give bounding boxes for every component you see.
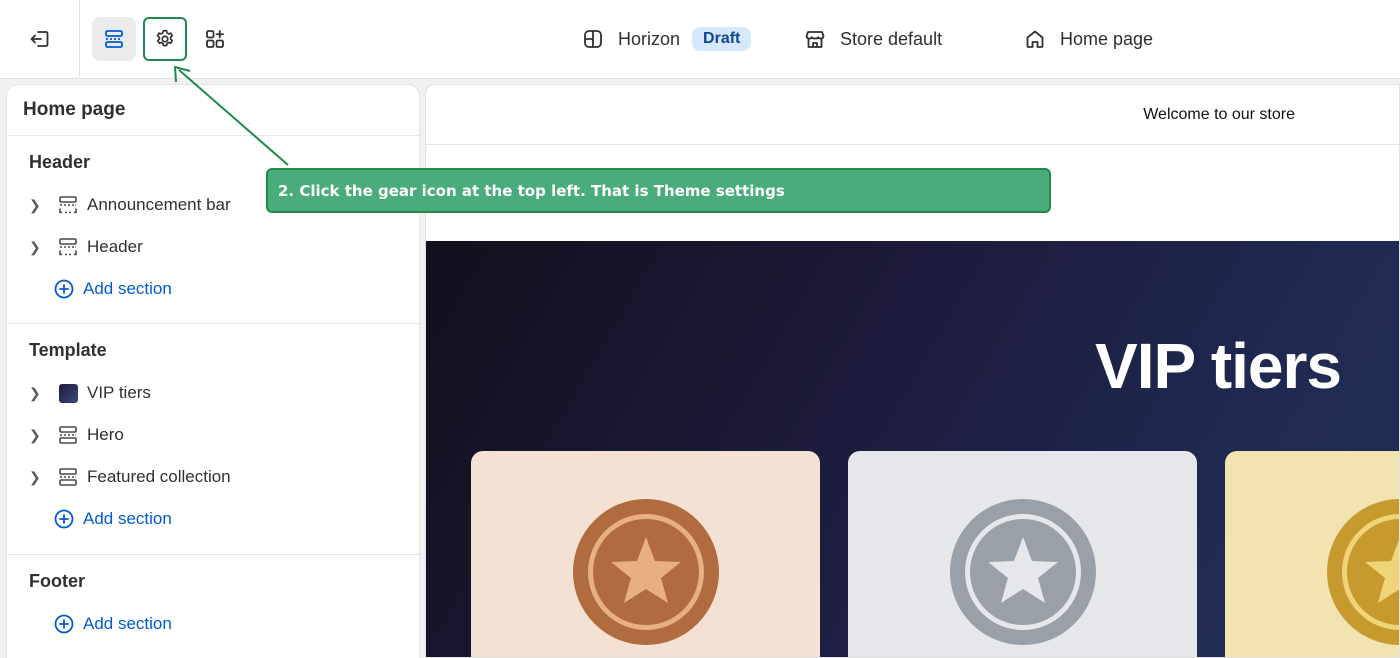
plus-circle-icon <box>53 278 75 300</box>
group-footer: Footer Add section <box>7 555 419 655</box>
tier-card-gold[interactable] <box>1225 451 1399 657</box>
exit-icon <box>30 31 48 47</box>
sections-button[interactable] <box>92 17 136 61</box>
apps-icon <box>206 30 224 48</box>
exit-button[interactable] <box>0 0 80 78</box>
gear-icon <box>156 29 174 47</box>
silver-medal-icon <box>950 499 1096 645</box>
section-item-vip-tiers[interactable]: ❯ VIP tiers <box>7 372 419 414</box>
chevron-right-icon[interactable]: ❯ <box>29 385 43 402</box>
section-icon <box>57 466 79 488</box>
section-label: Featured collection <box>87 467 231 486</box>
announcement-bar[interactable]: Welcome to our store <box>426 85 1399 145</box>
section-dashed-icon <box>57 194 79 216</box>
image-thumbnail-icon <box>57 382 79 404</box>
tier-card-bronze[interactable] <box>471 451 820 657</box>
theme-status-badge: Draft <box>692 27 752 51</box>
theme-layout-icon <box>584 30 602 48</box>
section-dashed-icon <box>57 236 79 258</box>
announcement-text: Welcome to our store <box>1143 105 1295 123</box>
gold-medal-icon <box>1327 499 1399 645</box>
store-selector[interactable]: Store default <box>804 0 942 78</box>
page-selector[interactable]: Home page <box>1024 0 1153 78</box>
sidebar-title: Home page <box>7 85 419 136</box>
apps-button[interactable] <box>193 17 237 61</box>
section-icon <box>57 424 79 446</box>
chevron-right-icon[interactable]: ❯ <box>29 197 43 214</box>
section-item-header[interactable]: ❯ Header <box>7 226 419 268</box>
store-label: Store default <box>840 28 943 49</box>
add-section-button[interactable]: Add section <box>7 268 419 310</box>
group-template: Template ❯ VIP tiers ❯ Hero ❯ Featured c… <box>7 324 419 555</box>
theme-settings-button[interactable] <box>143 17 187 61</box>
section-item-featured-collection[interactable]: ❯ Featured collection <box>7 456 419 498</box>
section-label: Header <box>87 237 143 256</box>
chevron-right-icon[interactable]: ❯ <box>29 427 43 444</box>
vip-tiers-section[interactable]: VIP tiers <box>426 241 1399 657</box>
tutorial-callout: 2. Click the gear icon at the top left. … <box>266 168 1051 213</box>
theme-name: Horizon <box>618 28 681 49</box>
sections-icon <box>105 30 123 48</box>
plus-circle-icon <box>53 508 75 530</box>
add-section-button[interactable]: Add section <box>7 603 419 645</box>
tier-card-silver[interactable] <box>848 451 1197 657</box>
store-icon <box>805 31 825 48</box>
add-section-label: Add section <box>83 614 172 633</box>
section-label: Hero <box>87 425 124 444</box>
chevron-right-icon[interactable]: ❯ <box>29 469 43 486</box>
editor-topbar: Horizon Draft Store default Home page <box>0 0 1400 79</box>
section-item-hero[interactable]: ❯ Hero <box>7 414 419 456</box>
home-icon <box>1026 30 1044 48</box>
hero-title: VIP tiers <box>1095 330 1342 402</box>
chevron-right-icon[interactable]: ❯ <box>29 239 43 256</box>
add-section-label: Add section <box>83 279 172 298</box>
bronze-medal-icon <box>573 499 719 645</box>
page-label: Home page <box>1060 28 1154 49</box>
group-title: Footer <box>29 571 85 591</box>
add-section-button[interactable]: Add section <box>7 498 419 540</box>
callout-text: 2. Click the gear icon at the top left. … <box>278 181 785 200</box>
section-label: VIP tiers <box>87 383 151 402</box>
plus-circle-icon <box>53 613 75 635</box>
section-label: Announcement bar <box>87 195 231 214</box>
theme-selector[interactable]: Horizon Draft <box>582 0 752 78</box>
add-section-label: Add section <box>83 509 172 528</box>
group-header: Header ❯ Announcement bar ❯ Header Add s… <box>7 136 419 324</box>
group-title: Template <box>29 340 107 360</box>
